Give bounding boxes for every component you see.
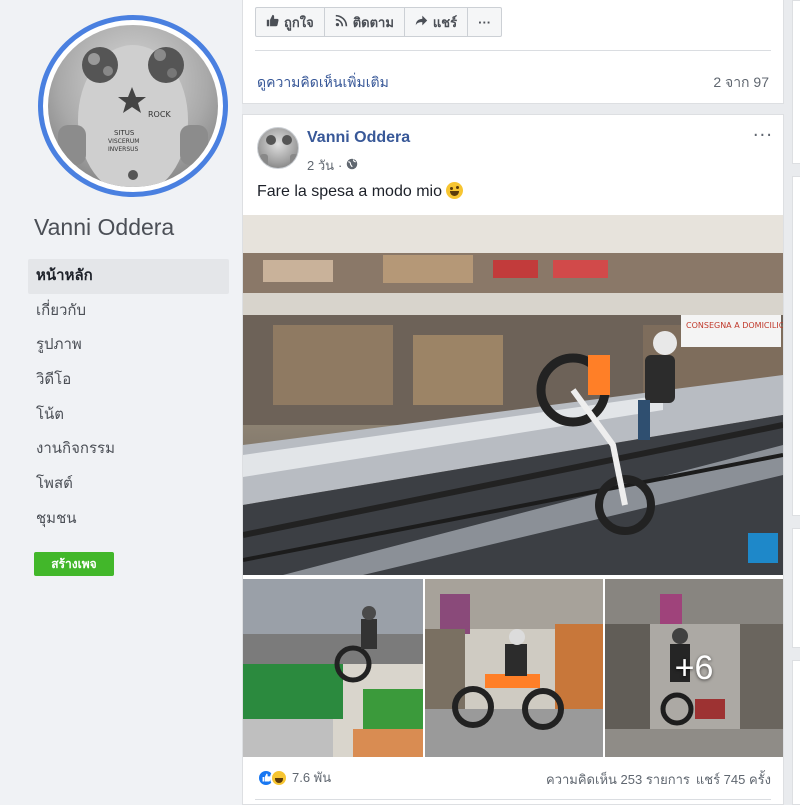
post-timestamp[interactable]: 2 วัน <box>307 155 334 176</box>
post-text: Fare la spesa a modo mio <box>257 182 464 201</box>
more-options-button[interactable]: ··· <box>468 8 501 36</box>
view-more-comments-link[interactable]: ดูความคิดเห็นเพิ่มเติม <box>257 72 389 94</box>
reaction-summary[interactable]: 7.6 พัน <box>257 767 331 788</box>
svg-text:SITUS: SITUS <box>114 129 135 137</box>
reaction-icons <box>257 768 288 787</box>
share-page-label: แชร์ <box>432 14 458 30</box>
svg-text:VISCERUM: VISCERUM <box>108 138 139 145</box>
reaction-count: 7.6 พัน <box>292 770 332 785</box>
delivery-sign <box>681 315 781 347</box>
photo-thumbnails: +6 <box>243 579 783 757</box>
page-nav: หน้าหลัก เกี่ยวกับ รูปภาพ วิดีโอ โน้ต งา… <box>28 259 229 537</box>
svg-text:INVERSUS: INVERSUS <box>108 146 139 153</box>
page-actions-bar: ถูกใจ ติดตาม แชร์ ··· <box>255 7 503 37</box>
comment-total-link[interactable]: ความคิดเห็น 253 รายการ <box>546 769 690 790</box>
avatar: ROCK SITUS VISCERUM INVERSUS <box>48 25 218 187</box>
svg-text:ROCK: ROCK <box>148 110 171 119</box>
thumbnail-photo-2[interactable] <box>425 579 603 757</box>
right-card-edge <box>792 176 800 516</box>
store-aisle-photo <box>425 579 603 757</box>
nav-item-photos[interactable]: รูปภาพ <box>28 328 229 363</box>
right-card-edge <box>792 0 800 164</box>
nav-item-community[interactable]: ชุมชน <box>28 502 229 537</box>
nav-item-notes[interactable]: โน้ต <box>28 398 229 433</box>
delivery-sign-text: CONSEGNA A DOMICILIO DELLA SPESA <box>686 321 783 330</box>
tattooed-torso-photo: ROCK SITUS VISCERUM INVERSUS <box>58 45 208 187</box>
thumbnail-photo-3[interactable]: +6 <box>605 579 783 757</box>
right-card-edge <box>792 660 800 805</box>
post-meta: 2 วัน · <box>307 155 358 176</box>
follow-button[interactable]: ติดตาม <box>325 8 405 36</box>
globe-icon <box>346 158 358 173</box>
share-total-link[interactable]: แชร์ 745 ครั้ง <box>696 769 771 790</box>
post-options-button[interactable]: ··· <box>753 125 773 146</box>
thumbs-up-icon <box>266 14 279 30</box>
thumbnail-photo-1[interactable] <box>243 579 423 757</box>
haha-reaction-icon <box>270 768 288 787</box>
rss-icon <box>335 14 348 30</box>
nav-item-posts[interactable]: โพสต์ <box>28 467 229 502</box>
like-page-label: ถูกใจ <box>284 14 314 30</box>
like-page-button[interactable]: ถูกใจ <box>256 8 325 36</box>
share-arrow-icon <box>415 14 428 30</box>
comment-count: 2 จาก 97 <box>713 74 769 90</box>
divider <box>255 50 771 51</box>
nav-item-events[interactable]: งานกิจกรรม <box>28 432 229 467</box>
page-name: Vanni Oddera <box>34 214 175 240</box>
previous-post-card: ถูกใจ ติดตาม แชร์ ··· ดูความคิดเห็นเพิ่ม… <box>242 0 784 104</box>
produce-aisle-photo <box>243 579 423 757</box>
motocross-escalator-photo: CONSEGNA A DOMICILIO DELLA SPESA <box>243 215 783 575</box>
nav-item-home[interactable]: หน้าหลัก <box>28 259 229 294</box>
create-page-button[interactable]: สร้างเพจ <box>34 552 114 576</box>
post-author-name[interactable]: Vanni Oddera <box>307 129 410 147</box>
divider <box>255 799 771 800</box>
right-column-edge <box>784 0 800 805</box>
engagement-stats: ความคิดเห็น 253 รายการ แชร์ 745 ครั้ง <box>546 769 771 790</box>
follow-label: ติดตาม <box>352 14 394 30</box>
post-text-body: Fare la spesa a modo mio <box>257 183 442 200</box>
profile-picture[interactable]: ROCK SITUS VISCERUM INVERSUS <box>38 15 228 197</box>
meta-dot: · <box>338 158 343 173</box>
main-post-photo[interactable]: CONSEGNA A DOMICILIO DELLA SPESA <box>243 215 783 575</box>
post-card: Vanni Oddera 2 วัน · ··· Fare la spesa a… <box>242 114 784 805</box>
nav-item-about[interactable]: เกี่ยวกับ <box>28 294 229 329</box>
more-photos-overlay[interactable]: +6 <box>605 579 783 757</box>
avatar-thumbnail <box>260 135 298 166</box>
share-page-button[interactable]: แชร์ <box>405 8 469 36</box>
nav-item-videos[interactable]: วิดีโอ <box>28 363 229 398</box>
right-card-edge <box>792 528 800 648</box>
post-author-avatar[interactable] <box>257 127 299 169</box>
tongue-emoji-icon <box>446 182 464 199</box>
page-sidebar: ROCK SITUS VISCERUM INVERSUS Vanni Odder… <box>0 0 242 805</box>
